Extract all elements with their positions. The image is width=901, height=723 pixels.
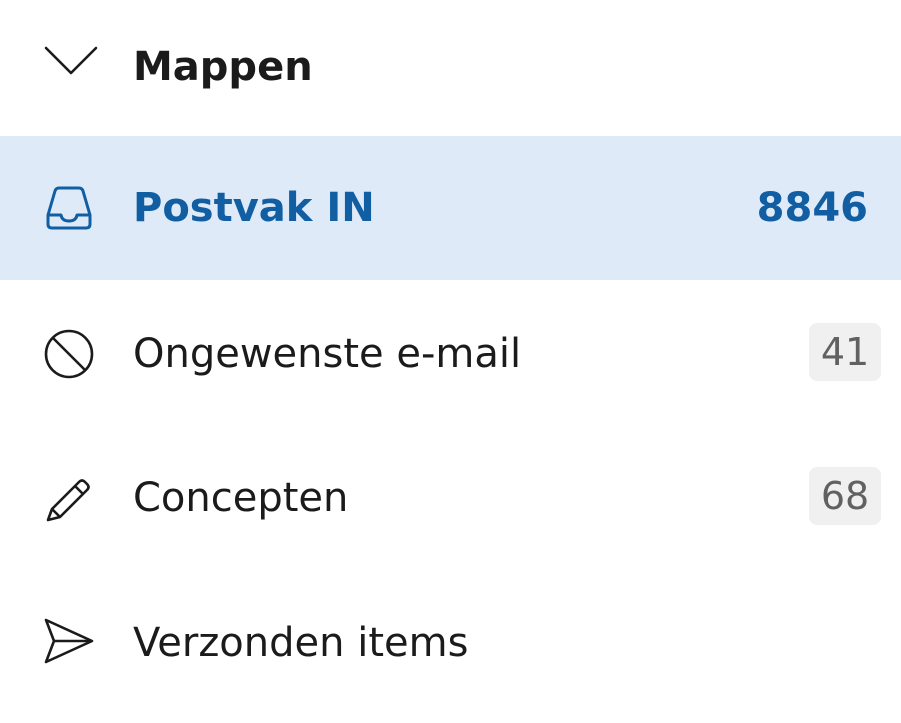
unread-count-badge: 41: [809, 323, 881, 381]
folder-item-junk[interactable]: Ongewenste e-mail 41: [0, 280, 901, 424]
folder-item-label: Ongewenste e-mail: [133, 331, 522, 377]
pencil-icon: [46, 479, 90, 522]
folders-header[interactable]: Mappen: [0, 0, 901, 136]
send-icon: [44, 618, 94, 664]
folders-header-title: Mappen: [133, 44, 313, 90]
prohibited-icon: [44, 329, 94, 379]
folder-item-drafts[interactable]: Concepten 68: [0, 424, 901, 568]
folder-item-label: Concepten: [133, 475, 349, 521]
folder-item-sent[interactable]: Verzonden items: [0, 568, 901, 712]
folder-item-label: Verzonden items: [133, 620, 469, 666]
folder-item-label: Postvak IN: [133, 185, 375, 231]
inbox-icon: [46, 186, 92, 230]
draft-count-badge: 68: [809, 467, 881, 525]
folder-pane: Mappen Postvak IN 8846 Ongewenste e-mail…: [0, 0, 901, 723]
chevron-down-icon[interactable]: [44, 44, 98, 78]
unread-count: 8846: [756, 185, 868, 231]
folder-item-inbox[interactable]: Postvak IN 8846: [0, 136, 901, 280]
